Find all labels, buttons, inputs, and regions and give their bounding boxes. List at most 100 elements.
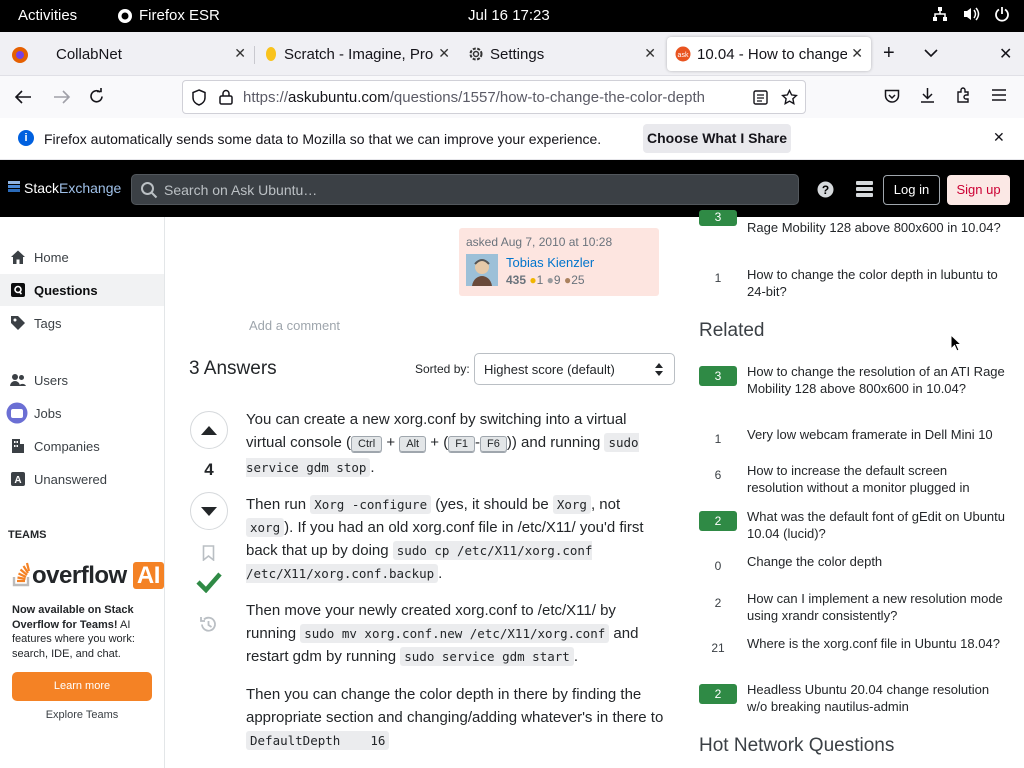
- close-tab-icon[interactable]: ✕: [644, 45, 656, 62]
- close-tab-icon[interactable]: ✕: [438, 45, 450, 62]
- unanswered-icon: A: [11, 472, 25, 486]
- reload-icon[interactable]: [88, 88, 105, 105]
- related-question-link[interactable]: Headless Ubuntu 20.04 change resolution …: [747, 681, 1005, 715]
- clock[interactable]: Jul 16 17:23: [468, 7, 550, 24]
- nav-companies[interactable]: Companies: [0, 430, 164, 462]
- related-question-link[interactable]: How can I implement a new resolution mod…: [747, 590, 1005, 624]
- related-item[interactable]: 2 Headless Ubuntu 20.04 change resolution…: [699, 681, 1004, 717]
- add-comment-link[interactable]: Add a comment: [249, 318, 340, 333]
- tab-settings[interactable]: Settings ✕: [458, 37, 664, 71]
- search-placeholder: Search on Ask Ubuntu…: [164, 182, 318, 198]
- sort-label: Sorted by:: [415, 362, 470, 376]
- answer-count-badge: 3: [699, 366, 737, 386]
- answer-paragraph-3: Then move your newly created xorg.conf t…: [246, 602, 639, 666]
- svg-text:?: ?: [822, 183, 829, 197]
- login-button[interactable]: Log in: [883, 175, 940, 205]
- stackexchange-logo[interactable]: StackExchange: [8, 180, 121, 196]
- tab-collabnet[interactable]: CollabNet ✕: [44, 37, 254, 71]
- related-item[interactable]: 1 Very low webcam framerate in Dell Mini …: [699, 426, 1004, 462]
- answer-count-badge: 2: [699, 511, 737, 531]
- downvote-button[interactable]: [190, 492, 228, 530]
- site-switcher-icon[interactable]: [856, 181, 873, 197]
- related-item[interactable]: 0 Change the color depth: [699, 553, 1004, 589]
- avatar[interactable]: [466, 254, 498, 286]
- linked-item[interactable]: 3 Rage Mobility 128 above 800x600 in 10.…: [699, 210, 1004, 235]
- close-tab-icon[interactable]: ✕: [851, 45, 863, 62]
- related-question-link[interactable]: Change the color depth: [747, 553, 1005, 570]
- related-question-link[interactable]: Where is the xorg.conf file in Ubuntu 18…: [747, 635, 1005, 652]
- extensions-puzzle-icon[interactable]: [955, 87, 972, 104]
- tracking-protection-shield-icon[interactable]: [191, 89, 207, 106]
- related-item[interactable]: 2 What was the default font of gEdit on U…: [699, 508, 1005, 544]
- nav-questions[interactable]: Questions: [0, 274, 164, 306]
- related-question-link[interactable]: How to increase the default screen resol…: [747, 462, 1005, 496]
- lock-icon[interactable]: [219, 89, 233, 105]
- tab-strip: CollabNet ✕ Scratch - Imagine, Prog ✕ Se…: [0, 32, 1024, 76]
- nav-unanswered[interactable]: A Unanswered: [0, 463, 164, 495]
- url-text[interactable]: https://askubuntu.com/questions/1557/how…: [243, 89, 733, 106]
- related-item[interactable]: 21 Where is the xorg.conf file in Ubuntu …: [699, 635, 1004, 671]
- nav-tags[interactable]: Tags: [0, 307, 164, 339]
- close-tab-icon[interactable]: ✕: [234, 45, 246, 62]
- firefox-view-icon[interactable]: [11, 46, 29, 64]
- downloads-icon[interactable]: [919, 87, 936, 104]
- arrow-up-icon: [201, 425, 217, 435]
- nav-jobs[interactable]: Jobs: [0, 397, 164, 429]
- tab-askubuntu-active[interactable]: ask 10.04 - How to change ✕: [667, 37, 871, 71]
- linked-item[interactable]: 1 How to change the color depth in lubun…: [699, 266, 1004, 300]
- nav-label: Users: [34, 372, 68, 388]
- signup-button[interactable]: Sign up: [947, 175, 1010, 205]
- nav-users[interactable]: Users: [0, 364, 164, 396]
- close-notification-icon[interactable]: ✕: [993, 129, 1005, 146]
- back-arrow-icon[interactable]: [14, 89, 32, 105]
- pocket-icon[interactable]: [884, 89, 900, 104]
- upvote-button[interactable]: [190, 411, 228, 449]
- reader-view-icon[interactable]: [753, 90, 768, 105]
- search-icon: [141, 182, 158, 199]
- bookmark-icon[interactable]: [202, 545, 215, 561]
- nav-label: Tags: [34, 315, 62, 331]
- app-menu[interactable]: Firefox ESR: [117, 7, 220, 24]
- nav-home[interactable]: Home: [0, 241, 164, 273]
- url-bar[interactable]: https://askubuntu.com/questions/1557/how…: [182, 80, 806, 114]
- related-item[interactable]: 6 How to increase the default screen reso…: [699, 462, 1004, 498]
- sort-select[interactable]: Highest score (default): [474, 353, 675, 385]
- svg-text:ask: ask: [678, 52, 689, 59]
- related-question-link[interactable]: Very low webcam framerate in Dell Mini 1…: [747, 426, 1005, 443]
- scratch-favicon-icon: [266, 47, 276, 61]
- explore-teams-link[interactable]: Explore Teams: [12, 709, 152, 721]
- tab-title: CollabNet: [56, 45, 122, 63]
- users-icon: [10, 374, 26, 386]
- site-search-input[interactable]: Search on Ask Ubuntu…: [131, 174, 799, 205]
- system-tray[interactable]: [932, 6, 1010, 22]
- tab-scratch[interactable]: Scratch - Imagine, Prog ✕: [256, 37, 456, 71]
- building-icon: [12, 439, 24, 453]
- firefox-app-icon: [118, 8, 132, 23]
- asked-timestamp: asked Aug 7, 2010 at 10:28: [466, 235, 613, 249]
- select-arrows-icon: [655, 363, 663, 376]
- linked-question-link[interactable]: Rage Mobility 128 above 800x600 in 10.04…: [747, 219, 1005, 236]
- new-tab-icon[interactable]: +: [883, 42, 895, 65]
- list-tabs-chevron-down-icon[interactable]: [924, 48, 938, 58]
- hamburger-menu-icon[interactable]: [991, 88, 1007, 102]
- related-item[interactable]: 2 How can I implement a new resolution mo…: [699, 590, 1004, 626]
- question-author-card: asked Aug 7, 2010 at 10:28 Tobias Kienzl…: [459, 228, 659, 296]
- nav-label: Questions: [34, 282, 98, 298]
- nav-label: Companies: [34, 438, 100, 454]
- briefcase-icon: [6, 402, 28, 424]
- teams-heading: TEAMS: [8, 529, 47, 541]
- answer-paragraph-2: Then run Xorg -configure (yes, it should…: [246, 495, 644, 583]
- related-question-link[interactable]: What was the default font of gEdit on Ub…: [747, 508, 1005, 542]
- related-question-link[interactable]: How to change the resolution of an ATI R…: [747, 363, 1005, 397]
- author-link[interactable]: Tobias Kienzler: [506, 255, 594, 270]
- close-window-icon[interactable]: ✕: [999, 44, 1012, 64]
- forward-arrow-icon[interactable]: [53, 89, 71, 105]
- help-icon[interactable]: ?: [817, 181, 834, 198]
- learn-more-button[interactable]: Learn more: [12, 672, 152, 701]
- bookmark-star-icon[interactable]: [781, 89, 798, 106]
- history-icon[interactable]: [199, 615, 218, 634]
- related-item[interactable]: 3 How to change the resolution of an ATI …: [699, 363, 1005, 399]
- choose-what-i-share-button[interactable]: Choose What I Share: [643, 124, 791, 153]
- activities-button[interactable]: Activities: [18, 7, 77, 24]
- linked-question-link[interactable]: How to change the color depth in lubuntu…: [747, 266, 1005, 300]
